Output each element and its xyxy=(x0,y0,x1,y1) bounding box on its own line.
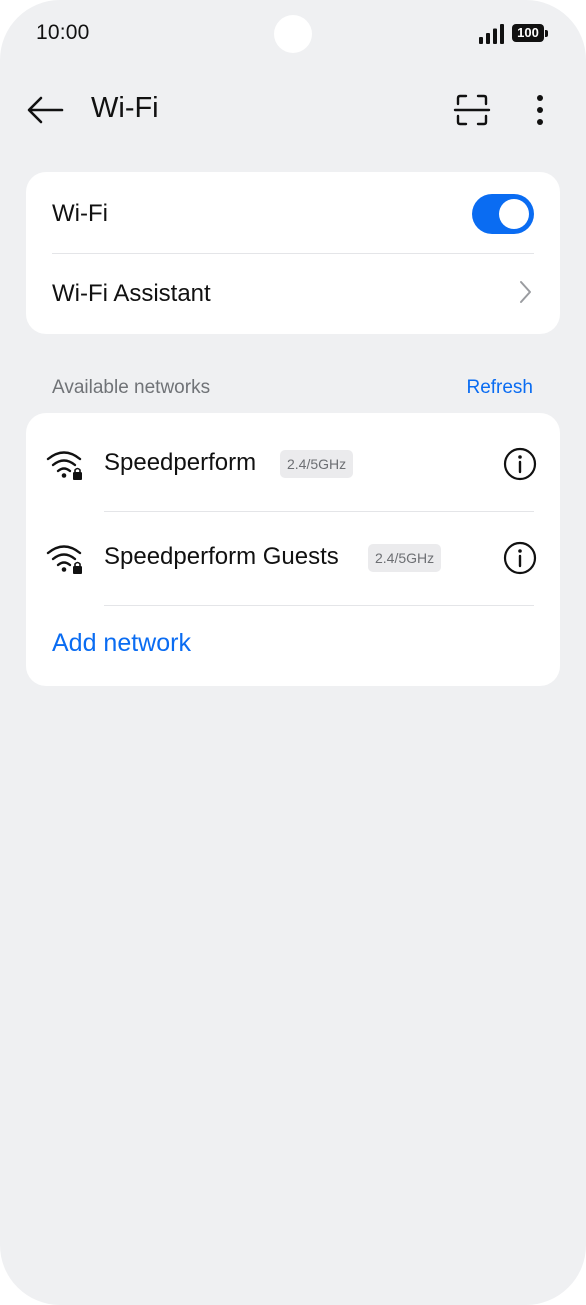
band-badge: 2.4/5GHz xyxy=(280,450,354,478)
divider xyxy=(104,605,534,606)
wifi-label: Wi-Fi xyxy=(52,200,108,227)
wifi-assistant-label: Wi-Fi Assistant xyxy=(52,280,211,307)
refresh-button[interactable]: Refresh xyxy=(466,377,533,399)
signal-bars-icon xyxy=(479,24,504,44)
networks-card: Speedperform 2.4/5GHz Speedperform Guest… xyxy=(26,413,560,686)
network-name: Speedperform xyxy=(104,449,257,476)
wifi-toggle[interactable] xyxy=(472,194,534,234)
more-vertical-icon[interactable] xyxy=(526,92,554,128)
chevron-right-icon xyxy=(520,281,531,303)
battery-tip xyxy=(545,30,548,37)
add-network-button[interactable]: Add network xyxy=(52,629,191,658)
wifi-settings-card: Wi-Fi Wi-Fi Assistant xyxy=(26,172,560,334)
available-networks-label: Available networks xyxy=(52,377,211,398)
battery-indicator: 100 xyxy=(512,24,548,44)
network-name: Speedperform Guests xyxy=(104,543,339,570)
status-time: 10:00 xyxy=(36,21,90,44)
back-arrow-icon[interactable] xyxy=(24,90,66,130)
info-icon[interactable] xyxy=(502,540,538,576)
page-title: Wi-Fi xyxy=(91,92,159,124)
toggle-knob xyxy=(499,199,529,229)
wifi-lock-icon xyxy=(46,545,82,574)
band-badge: 2.4/5GHz xyxy=(368,544,442,572)
network-row[interactable]: Speedperform 2.4/5GHz xyxy=(26,417,560,511)
phone-screen: 10:00 100 Wi-Fi Wi-Fi Wi-Fi Assistant Av… xyxy=(0,0,586,1305)
battery-level: 100 xyxy=(512,24,544,42)
camera-cutout xyxy=(274,15,312,53)
wifi-lock-icon xyxy=(46,451,82,480)
network-row[interactable]: Speedperform Guests 2.4/5GHz xyxy=(26,512,560,606)
wifi-assistant-row[interactable]: Wi-Fi Assistant xyxy=(26,254,560,334)
scan-frame-icon[interactable] xyxy=(453,92,491,128)
info-icon[interactable] xyxy=(502,446,538,482)
